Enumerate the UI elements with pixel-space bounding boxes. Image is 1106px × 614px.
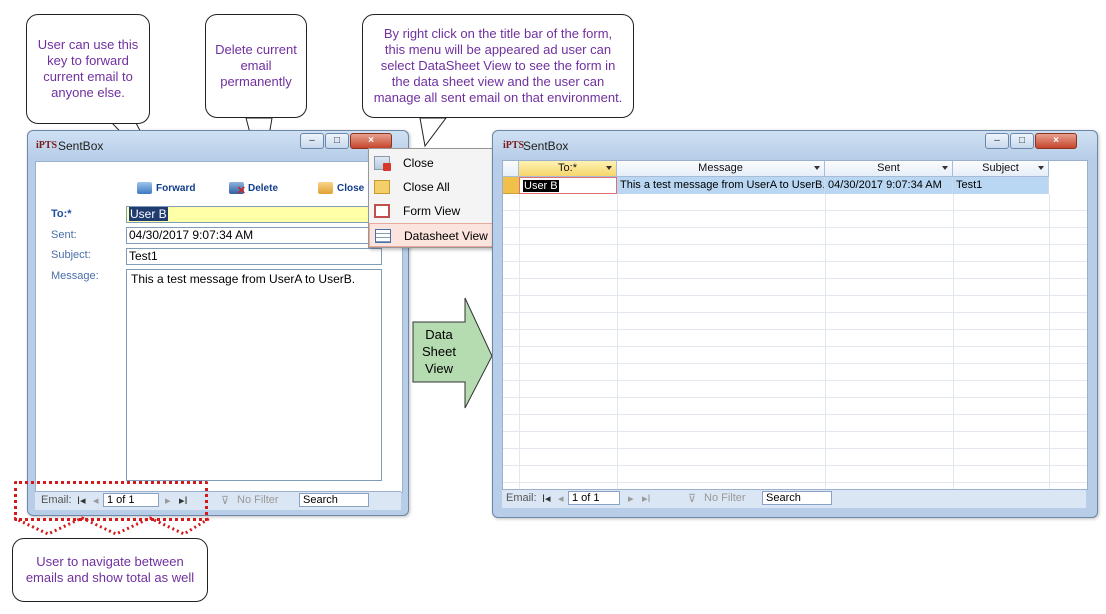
- grid-divider: [825, 194, 826, 489]
- column-header-sent[interactable]: Sent: [825, 161, 953, 177]
- menu-item-close[interactable]: Close: [369, 151, 493, 175]
- close-window-button[interactable]: ×: [350, 133, 392, 149]
- datasheet-grid: To:* Message Sent Subject User B This a …: [502, 160, 1088, 490]
- forward-label: Forward: [156, 182, 196, 194]
- to-field[interactable]: User B: [126, 206, 382, 223]
- close-form-icon: [374, 156, 391, 171]
- column-header-subject-label: Subject: [982, 162, 1019, 174]
- menu-item-form-view-label: Form View: [403, 204, 461, 218]
- folder-icon: [374, 180, 390, 194]
- column-header-to[interactable]: To:*: [519, 161, 617, 177]
- column-header-to-label: To:*: [558, 162, 577, 174]
- maximize-button[interactable]: □: [325, 133, 349, 149]
- app-logo: iPTS: [36, 140, 58, 151]
- datasheet-minimize-button[interactable]: –: [985, 133, 1009, 149]
- nav-callout-text: User to navigate between emails and show…: [25, 554, 195, 585]
- arrow-label: Data Sheet View: [422, 327, 456, 376]
- menu-item-close-all-label: Close All: [403, 180, 450, 194]
- datasheet-last-record-button[interactable]: ▸I: [642, 492, 651, 505]
- table-cell[interactable]: 04/30/2017 9:07:34 AM: [825, 177, 953, 194]
- grid-divider: [617, 194, 618, 489]
- datasheet-previous-record-button[interactable]: ◂: [558, 492, 564, 505]
- context-menu: Close Close All Form View Datasheet View: [368, 148, 494, 248]
- search-box[interactable]: Search: [299, 493, 369, 507]
- filter-icon: ⊽: [688, 493, 697, 505]
- dropdown-arrow-icon: [1038, 166, 1044, 170]
- delete-icon: ✕: [229, 182, 246, 197]
- datasheet-record-label: Email:: [506, 492, 537, 504]
- datasheet-view-icon: [375, 229, 391, 243]
- cell-to-value: User B: [523, 180, 559, 192]
- datasheet-record-position-field[interactable]: 1 of 1: [568, 491, 620, 505]
- minimize-button[interactable]: –: [300, 133, 324, 149]
- dropdown-arrow-icon: [606, 166, 612, 170]
- delete-callout-text: Delete current email permanently: [215, 42, 297, 89]
- nav-highlight-zigzag: [14, 516, 210, 536]
- datasheet-no-filter-button[interactable]: No Filter: [704, 492, 746, 504]
- datasheet-maximize-button[interactable]: □: [1010, 133, 1034, 149]
- datasheet-close-button[interactable]: ×: [1035, 133, 1077, 149]
- subject-label: Subject:: [51, 249, 91, 261]
- sent-label: Sent:: [51, 229, 77, 241]
- column-header-subject[interactable]: Subject: [953, 161, 1049, 177]
- menu-callout: By right click on the title bar of the f…: [362, 14, 634, 118]
- column-header-message-label: Message: [698, 162, 743, 174]
- nav-callout: User to navigate between emails and show…: [12, 538, 208, 602]
- datasheet-app-logo: iPTS: [503, 140, 525, 151]
- form-window: iPTS SentBox – □ × Forward ✕ Delete Clos…: [27, 130, 409, 516]
- column-header-message[interactable]: Message: [617, 161, 825, 177]
- datasheet-window-title: SentBox: [523, 139, 569, 153]
- forward-callout: User can use this key to forward current…: [26, 14, 150, 124]
- forward-button[interactable]: Forward: [137, 182, 195, 194]
- grid-divider: [953, 194, 954, 489]
- menu-item-close-all[interactable]: Close All: [369, 175, 493, 199]
- dropdown-arrow-icon: [814, 166, 820, 170]
- grid-divider: [1049, 194, 1050, 489]
- to-label: To:*: [51, 208, 72, 220]
- filter-icon: ⊽: [221, 495, 230, 507]
- subject-field[interactable]: Test1: [126, 248, 382, 265]
- menu-callout-text: By right click on the title bar of the f…: [373, 26, 623, 105]
- form-view-icon: [374, 204, 390, 218]
- table-cell[interactable]: Test1: [953, 177, 1049, 194]
- forward-callout-text: User can use this key to forward current…: [37, 37, 139, 100]
- menu-item-form-view[interactable]: Form View: [369, 199, 493, 223]
- column-header-sent-label: Sent: [877, 162, 900, 174]
- dropdown-arrow-icon: [942, 166, 948, 170]
- message-field[interactable]: This a test message from UserA to UserB.: [126, 269, 382, 481]
- to-value: User B: [129, 207, 168, 221]
- menu-item-datasheet-view[interactable]: Datasheet View: [369, 223, 493, 247]
- grid-divider: [519, 194, 520, 489]
- select-all-corner[interactable]: [503, 161, 519, 177]
- menu-item-close-label: Close: [403, 156, 434, 170]
- table-cell[interactable]: User B: [519, 177, 617, 194]
- forward-icon: [137, 182, 152, 194]
- close-door-icon: [318, 182, 333, 194]
- window-title: SentBox: [58, 139, 104, 153]
- menu-item-datasheet-view-label: Datasheet View: [404, 229, 488, 243]
- close-form-button[interactable]: Close: [318, 182, 364, 194]
- message-label: Message:: [51, 270, 99, 282]
- datasheet-search-box[interactable]: Search: [762, 491, 832, 505]
- sent-field[interactable]: 04/30/2017 9:07:34 AM: [126, 227, 382, 244]
- no-filter-button[interactable]: No Filter: [237, 494, 279, 506]
- close-label: Close: [337, 182, 365, 194]
- datasheet-next-record-button[interactable]: ▸: [628, 492, 634, 505]
- record-selector[interactable]: [503, 177, 519, 194]
- datasheet-first-record-button[interactable]: I◂: [542, 492, 551, 505]
- empty-grid-rows: [503, 194, 1087, 489]
- form-body: Forward ✕ Delete Close To:* Sent: Subjec…: [35, 161, 403, 493]
- datasheet-record-navigator: Email: I◂ ◂ 1 of 1 ▸ ▸I ⊽ No Filter Sear…: [502, 489, 1086, 508]
- table-cell[interactable]: This a test message from UserA to UserB.: [617, 177, 825, 194]
- delete-button[interactable]: ✕ Delete: [229, 182, 279, 197]
- delete-callout: Delete current email permanently: [205, 14, 307, 118]
- delete-label: Delete: [248, 182, 279, 194]
